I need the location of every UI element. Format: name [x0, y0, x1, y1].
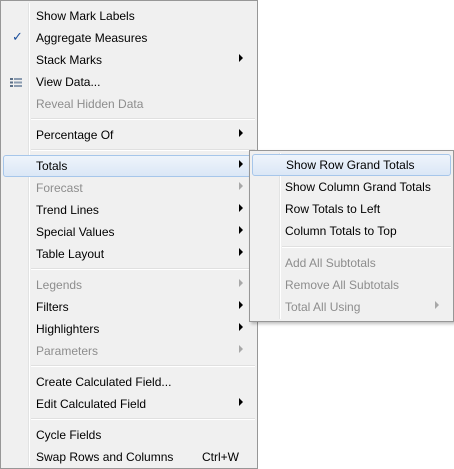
submenu-arrow-icon	[239, 54, 243, 62]
context-menu: Show Mark Labels ✓ Aggregate Measures St…	[0, 0, 258, 469]
menu-item-label: Remove All Subtotals	[285, 278, 400, 292]
menu-item-label: Parameters	[36, 344, 99, 358]
submenu-item-row-totals-to-left[interactable]: Row Totals to Left	[252, 198, 451, 220]
menu-item-label: Percentage Of	[36, 128, 114, 142]
submenu-arrow-icon	[239, 248, 243, 256]
menu-item-label: Forecast	[36, 181, 83, 195]
menu-item-label: Row Totals to Left	[285, 202, 381, 216]
menu-item-label: Trend Lines	[36, 203, 99, 217]
menu-item-label: Column Totals to Top	[285, 224, 397, 238]
menu-item-create-calculated-field[interactable]: Create Calculated Field...	[3, 371, 255, 393]
menu-item-special-values[interactable]: Special Values	[3, 221, 255, 243]
submenu-item-show-column-grand-totals[interactable]: Show Column Grand Totals	[252, 176, 451, 198]
menu-item-filters[interactable]: Filters	[3, 296, 255, 318]
submenu-item-remove-all-subtotals: Remove All Subtotals	[252, 274, 451, 296]
menu-item-forecast: Forecast	[3, 177, 255, 199]
menu-item-table-layout[interactable]: Table Layout	[3, 243, 255, 265]
menu-item-view-data[interactable]: View Data...	[3, 71, 255, 93]
menu-item-label: Total All Using	[285, 300, 361, 314]
submenu-arrow-icon	[239, 129, 243, 137]
menu-item-label: Filters	[36, 300, 69, 314]
menu-item-label: Reveal Hidden Data	[36, 97, 144, 111]
totals-submenu: Show Row Grand Totals Show Column Grand …	[249, 150, 454, 322]
menu-item-percentage-of[interactable]: Percentage Of	[3, 124, 255, 146]
menu-item-label: Edit Calculated Field	[36, 397, 147, 411]
menu-item-stack-marks[interactable]: Stack Marks	[3, 49, 255, 71]
menu-item-edit-calculated-field[interactable]: Edit Calculated Field	[3, 393, 255, 415]
submenu-arrow-icon	[435, 301, 439, 309]
submenu-arrow-icon	[239, 279, 243, 287]
table-icon	[10, 78, 22, 87]
menu-separator	[31, 149, 255, 151]
menu-item-label: Swap Rows and Columns	[36, 450, 174, 464]
submenu-item-add-all-subtotals: Add All Subtotals	[252, 252, 451, 274]
submenu-item-column-totals-to-top[interactable]: Column Totals to Top	[252, 220, 451, 242]
menu-item-parameters: Parameters	[3, 340, 255, 362]
menu-item-label: Aggregate Measures	[36, 31, 148, 45]
shortcut-label: Ctrl+W	[202, 450, 239, 464]
menu-item-cycle-fields[interactable]: Cycle Fields	[3, 424, 255, 446]
submenu-arrow-icon	[239, 226, 243, 234]
menu-item-legends: Legends	[3, 274, 255, 296]
menu-item-label: Cycle Fields	[36, 428, 102, 442]
submenu-arrow-icon	[239, 160, 243, 168]
menu-item-reveal-hidden-data: Reveal Hidden Data	[3, 93, 255, 115]
menu-separator	[31, 418, 255, 420]
menu-item-label: Totals	[36, 159, 68, 173]
menu-item-label: Show Row Grand Totals	[286, 158, 415, 172]
menu-item-label: Add All Subtotals	[285, 256, 376, 270]
menu-separator	[31, 365, 255, 367]
menu-separator	[282, 246, 451, 248]
menu-item-label: View Data...	[36, 75, 101, 89]
menu-item-label: Show Mark Labels	[36, 9, 135, 23]
submenu-arrow-icon	[239, 398, 243, 406]
menu-item-label: Special Values	[36, 225, 115, 239]
menu-item-aggregate-measures[interactable]: ✓ Aggregate Measures	[3, 27, 255, 49]
submenu-item-total-all-using: Total All Using	[252, 296, 451, 318]
menu-item-label: Legends	[36, 278, 83, 292]
menu-item-show-mark-labels[interactable]: Show Mark Labels	[3, 5, 255, 27]
menu-item-totals[interactable]: Totals	[3, 155, 255, 177]
menu-separator	[31, 118, 255, 120]
menu-item-label: Create Calculated Field...	[36, 375, 172, 389]
submenu-arrow-icon	[239, 345, 243, 353]
menu-item-label: Show Column Grand Totals	[285, 180, 431, 194]
menu-separator	[31, 268, 255, 270]
menu-item-trend-lines[interactable]: Trend Lines	[3, 199, 255, 221]
submenu-arrow-icon	[239, 323, 243, 331]
menu-item-label: Highlighters	[36, 322, 100, 336]
submenu-item-show-row-grand-totals[interactable]: Show Row Grand Totals	[252, 154, 451, 176]
checkmark-icon: ✓	[12, 30, 23, 45]
menu-item-label: Stack Marks	[36, 53, 103, 67]
submenu-arrow-icon	[239, 182, 243, 190]
submenu-arrow-icon	[239, 301, 243, 309]
submenu-arrow-icon	[239, 204, 243, 212]
menu-item-highlighters[interactable]: Highlighters	[3, 318, 255, 340]
menu-item-swap-rows-and-columns[interactable]: Swap Rows and Columns Ctrl+W	[3, 446, 255, 468]
menu-item-label: Table Layout	[36, 247, 105, 261]
